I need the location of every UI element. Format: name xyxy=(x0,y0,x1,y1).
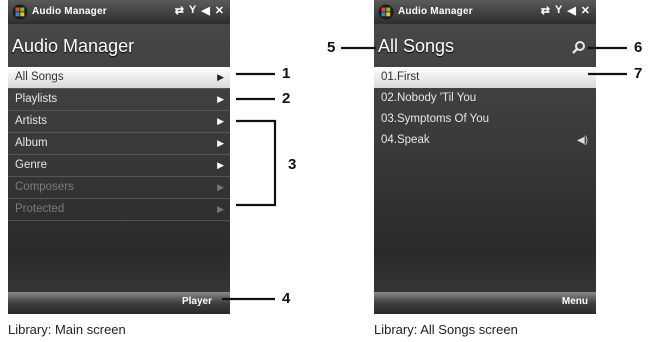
callout-label-2: 2 xyxy=(282,90,291,107)
callout-label-4: 4 xyxy=(282,290,291,307)
callout-label-7: 7 xyxy=(634,65,643,82)
callout-label-6: 6 xyxy=(634,39,643,56)
callout-label-3: 3 xyxy=(288,156,297,173)
callout-label-5: 5 xyxy=(327,39,336,56)
callout-label-1: 1 xyxy=(282,65,291,82)
callout-bracket-3 xyxy=(236,119,277,207)
